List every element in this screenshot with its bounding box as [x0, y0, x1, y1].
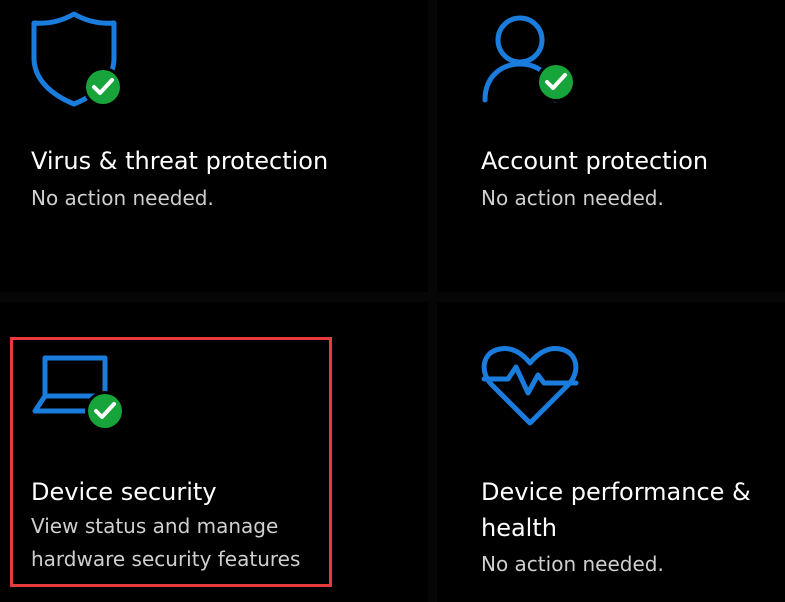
tile-title: Account protection: [481, 147, 709, 175]
tile-virus-threat-protection[interactable]: Virus & threat protection No action need…: [0, 0, 425, 290]
tile-device-performance-health[interactable]: Device performance & health No action ne…: [440, 305, 785, 602]
checkmark-icon: [536, 62, 576, 102]
checkmark-icon: [83, 67, 123, 107]
checkmark-icon: [85, 391, 125, 431]
tile-device-security[interactable]: Device security View status and manage h…: [0, 305, 425, 602]
tile-status: No action needed.: [481, 552, 664, 576]
tile-title-line-1: Device performance &: [481, 478, 751, 506]
laptop-icon: [32, 353, 132, 443]
tile-title-line-2: health: [481, 514, 557, 542]
tile-status: No action needed.: [481, 186, 664, 210]
tile-title: Device security: [31, 478, 217, 506]
tile-status-line-1: View status and manage: [31, 514, 279, 538]
shield-icon: [30, 10, 130, 107]
grid-divider-horizontal: [0, 292, 785, 302]
heart-pulse-icon: [480, 343, 580, 433]
tile-status: No action needed.: [31, 186, 214, 210]
tile-status-line-2: hardware security features: [31, 547, 301, 571]
security-tiles-grid: Virus & threat protection No action need…: [0, 0, 785, 602]
tile-account-protection[interactable]: Account protection No action needed.: [440, 0, 785, 290]
person-icon: [480, 10, 580, 103]
tile-title: Virus & threat protection: [31, 147, 329, 175]
